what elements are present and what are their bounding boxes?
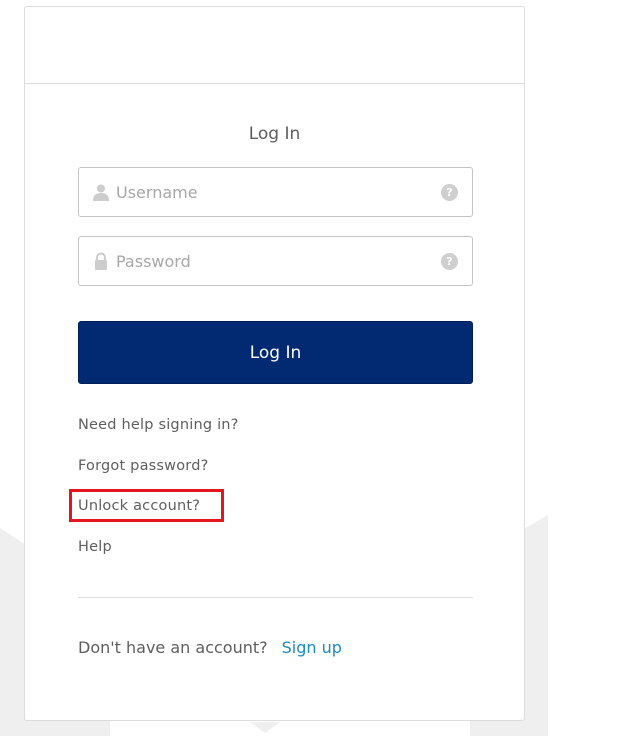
username-help-icon[interactable]: ?: [441, 184, 458, 201]
password-field[interactable]: ?: [78, 236, 473, 286]
password-input[interactable]: [116, 237, 426, 285]
lock-icon: [95, 252, 107, 270]
page-title: Log In: [248, 124, 301, 144]
username-input[interactable]: [116, 168, 426, 216]
login-button[interactable]: Log In: [78, 321, 473, 384]
help-link[interactable]: Help: [78, 539, 112, 555]
signup-row: Don't have an account? Sign up: [78, 638, 342, 657]
signup-link[interactable]: Sign up: [282, 638, 342, 657]
user-icon: [93, 184, 109, 201]
need-help-link[interactable]: Need help signing in?: [78, 417, 239, 433]
signup-prompt: Don't have an account?: [78, 638, 268, 657]
username-field[interactable]: ?: [78, 167, 473, 217]
password-help-icon[interactable]: ?: [441, 253, 458, 270]
forgot-password-link[interactable]: Forgot password?: [78, 458, 209, 474]
divider: [78, 597, 473, 598]
login-card: Log In ? ? Log In Need help signing in? …: [24, 6, 525, 721]
highlight-box: [69, 489, 224, 522]
card-header: [25, 7, 524, 84]
